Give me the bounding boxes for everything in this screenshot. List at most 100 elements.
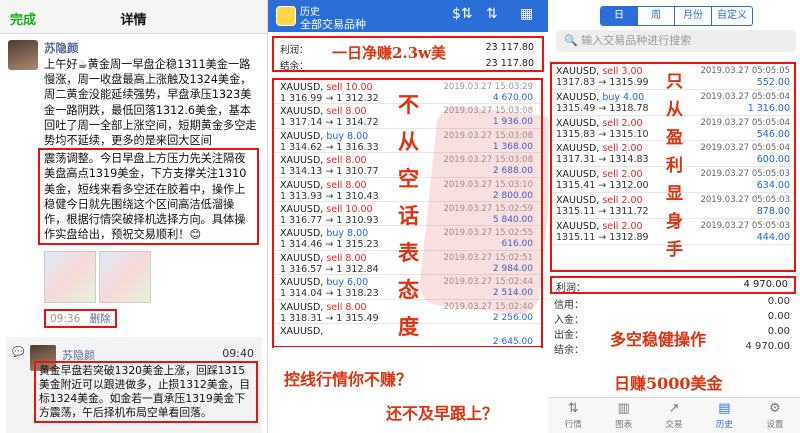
moments-post: 苏隐颜 上午好☕黄金周一早盘企稳1311美金一路慢涨，周一收盘最高上涨触及132… [0,34,267,329]
trade-symbol: XAUUSD, sell 8.00 [280,106,367,117]
trade-side: buy 8.00 [326,130,369,142]
symbol-name: XAUUSD, [280,106,324,118]
trade-prices: 1 318.31 → 1 315.49 [280,312,379,324]
trade-side: sell 8.00 [326,179,367,191]
post-author[interactable]: 苏隐颜 [44,40,259,55]
avatar[interactable] [8,40,38,70]
comment-time: 09:40 [222,347,254,360]
balance-value: 23 117.80 [485,58,534,69]
trade-symbol: XAUUSD, sell 2.00 [556,118,643,129]
trade-side: sell 2.00 [602,220,643,232]
settings-icon: ⚙ [769,401,781,416]
post-images [44,251,259,304]
tab-settings[interactable]: ⚙ 设置 [750,398,800,433]
header-title[interactable]: 全部交易品种 [300,16,366,32]
caption-line-1: 多空稳健操作 [610,330,707,349]
post-image[interactable] [99,251,151,304]
trade-symbol: XAUUSD, sell 8.00 [280,253,367,264]
trade-profit: 546.00 [756,128,790,140]
delete-link[interactable]: 删除 [90,313,111,325]
trade-side: sell 8.00 [326,301,367,313]
period-segment[interactable]: 周 [638,7,675,25]
comment-block: 💬 苏隐颜 09:40 黄金早盘若突破1320美金上涨，回踩1315美金附近可以… [6,337,262,433]
currency-sort-icon[interactable]: $⇅ [452,6,473,22]
trade-side: sell 8.00 [326,106,367,118]
quotes-icon: ⇅ [567,401,579,416]
period-segment[interactable]: 自定义 [712,7,752,25]
trade-prices: 1 316.57 → 1 312.84 [280,263,379,275]
slogan-vertical: 不从空话表态度 [398,92,419,339]
history-panel: 历史 全部交易品种 $⇅ ⇅ ▦ 利润： 结余： 23 117.80 23 11… [268,0,548,433]
search-input[interactable]: 🔍 输入交易品种进行搜索 [556,30,796,52]
symbol-name: XAUUSD, [556,194,600,206]
trade-profit: 552.00 [756,77,790,88]
tab-quotes[interactable]: ⇅ 行情 [548,398,598,433]
symbol-name: XAUUSD, [280,203,324,215]
symbol-name: XAUUSD, [280,228,324,240]
trade-date: 2019.03.27 05:05:04 [700,117,790,128]
symbol-name: XAUUSD, [556,91,600,103]
tab-trade[interactable]: ↗ 交易 [649,398,699,433]
trade-prices: 1315.11 → 1311.72 [556,205,649,217]
trade-date: 2019.03.27 05:05:03 [700,169,790,180]
caption-line-1: 控线行情你不赚？ [284,370,413,389]
stat-value: 0.00 [767,296,790,307]
chart-icon: ▥ [617,401,630,416]
trade-date: 2019.03.27 15:03:29 [443,82,533,92]
tab-label: 设置 [766,420,784,430]
trade-prices: 1 316.99 → 1 312.32 [280,93,379,104]
trade-date: 2019.03.27 05:05:05 [700,66,790,76]
slogan-top: 一日净赚2.3w美 [332,44,447,62]
trade-prices: 1 314.13 → 1 310.77 [280,166,379,178]
trade-side: sell 2.00 [602,117,643,129]
trade-profit: 2 645.00 [492,336,533,347]
tab-label: 历史 [715,420,733,430]
wechat-header: 完成 详情 [0,0,267,34]
tab-history[interactable]: ▤ 历史 [699,398,749,433]
symbol-name: XAUUSD, [280,155,324,167]
period-segment[interactable]: 日 [601,7,638,25]
stat-label: 信用： [554,300,584,311]
post-text-normal: 上午好☕黄金周一早盘企稳1311美金一路慢涨，周一收盘最高上涨触及1324美金，… [44,58,257,148]
tab-label: 行情 [564,420,582,430]
caption-line-2: 日赚5000美金 [614,374,723,393]
trade-profit: 1 316.00 [747,102,790,114]
trade-side: sell 8.00 [326,155,367,167]
history-header: 历史 全部交易品种 $⇅ ⇅ ▦ [268,0,548,32]
history-icon: ▤ [718,401,731,416]
period-selector: 日周月份 自定义 [600,6,753,26]
trade-profit: 4 670.00 [492,93,533,103]
period-segment[interactable]: 月份 [675,7,712,25]
calendar-icon[interactable]: ▦ [520,6,533,22]
trade-profit: 878.00 [756,205,790,217]
symbol-name: XAUUSD, [280,301,324,313]
profit-value: 23 117.80 [485,42,534,53]
comment-text: 黄金早盘若突破1320美金上涨，回踩1315美金附近可以跟进做多，止损1312美… [34,361,258,423]
trade-symbol: XAUUSD, sell 8.00 [280,302,367,313]
trade-symbol: XAUUSD, sell 10.00 [280,82,373,93]
search-placeholder: 输入交易品种进行搜索 [581,34,692,47]
post-image[interactable] [44,251,96,304]
trade-side: sell 2.00 [602,194,643,206]
trade-date: 2019.03.27 05:05:04 [700,143,790,154]
trade-side: sell 2.00 [602,169,643,181]
tab-chart[interactable]: ▥ 图表 [598,398,648,433]
trade-side: buy 6.00 [326,277,369,289]
symbol-name: XAUUSD, [280,179,324,191]
trade-date: 2019.03.27 05:05:03 [700,194,790,205]
trade-side: buy 8.00 [326,228,369,240]
trade-date: 2019.03.27 05:05:04 [700,91,790,102]
sort-icon[interactable]: ⇅ [486,6,498,22]
trade-symbol: XAUUSD, sell 2.00 [556,169,643,180]
trade-prices: 1 314.04 → 1 318.23 [280,288,379,300]
stat-value: 0.00 [767,326,790,337]
stat-label: 入金： [554,315,584,326]
post-time: 09:36 [50,313,81,326]
profit-summary: 利润： 4 970.00 [550,276,796,294]
trade-prices: 1 316.77 → 1 310.93 [280,214,379,226]
profit-label: 利润： [556,283,586,294]
stat-value: 0.00 [767,311,790,322]
comment-icon: 💬 [12,347,25,358]
trade-prices: 1315.41 → 1312.00 [556,180,649,192]
trade-prices: 1317.31 → 1314.83 [556,154,649,166]
